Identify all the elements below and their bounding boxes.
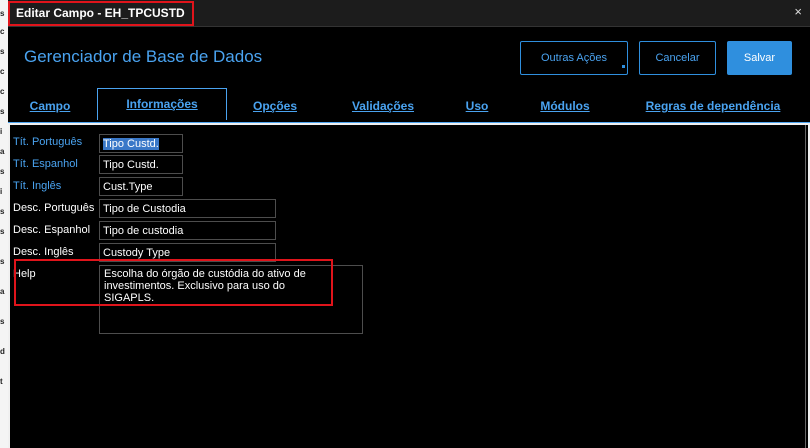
desc-espanhol-label: Desc. Espanhol (13, 224, 91, 236)
strip-glyph: t (0, 377, 3, 386)
desc-portugues-field[interactable]: Tipo de Custodia (99, 199, 276, 218)
strip-glyph: i (0, 187, 3, 196)
strip-glyph: c (0, 27, 5, 36)
tit-portugues-label: Tít. Português (13, 136, 83, 148)
tit-ingles-label: Tít. Inglês (13, 180, 62, 192)
close-icon[interactable]: × (794, 4, 802, 19)
dialog-titlebar: Editar Campo - EH_TPCUSTD × (8, 0, 810, 27)
strip-glyph: s (0, 317, 5, 326)
informacoes-panel: Tít. Português Tipo Custd. Tít. Espanhol… (8, 123, 810, 448)
tab-campo[interactable]: Campo (20, 86, 80, 122)
strip-glyph: s (0, 107, 5, 116)
tit-espanhol-label: Tít. Espanhol (13, 158, 78, 170)
tit-ingles-field[interactable]: Cust.Type (99, 177, 183, 196)
other-actions-label: Outras Ações (540, 52, 608, 64)
strip-glyph: s (0, 47, 5, 56)
dialog-title: Editar Campo - EH_TPCUSTD (16, 6, 185, 20)
tab-bar: Campo Informações Opções Validações Uso … (8, 86, 810, 122)
desc-espanhol-field[interactable]: Tipo de custodia (99, 221, 276, 240)
strip-glyph: s (0, 167, 5, 176)
save-label: Salvar (743, 52, 776, 64)
help-textarea[interactable]: Escolha do órgão de custódia do ativo de… (99, 265, 363, 334)
strip-glyph: a (0, 287, 5, 296)
cancel-label: Cancelar (655, 52, 700, 64)
edit-field-dialog: Editar Campo - EH_TPCUSTD × Gerenciador … (8, 0, 810, 448)
strip-glyph: d (0, 347, 5, 356)
app-title: Gerenciador de Base de Dados (24, 47, 263, 66)
other-actions-button[interactable]: Outras Ações (520, 41, 628, 75)
strip-glyph: c (0, 67, 5, 76)
help-line: investimentos. Exclusivo para uso do (104, 280, 285, 292)
tit-portugues-field[interactable]: Tipo Custd. (99, 134, 183, 153)
tab-modulos[interactable]: Módulos (530, 86, 600, 122)
panel-scrollbar[interactable] (805, 125, 806, 448)
strip-glyph: i (0, 127, 3, 136)
tab-opcoes[interactable]: Opções (246, 86, 304, 122)
strip-glyph: a (0, 147, 5, 156)
help-line: SIGAPLS. (104, 292, 155, 304)
background-window-strip: s c s c c s i a s i s s s a s d t (0, 0, 8, 448)
strip-glyph: s (0, 257, 5, 266)
desc-portugues-label: Desc. Português (13, 202, 95, 214)
dropdown-indicator-icon (622, 65, 625, 68)
tab-informacoes[interactable]: Informações (97, 88, 227, 120)
strip-glyph: s (0, 227, 5, 236)
tab-uso[interactable]: Uso (460, 86, 494, 122)
desc-ingles-label: Desc. Inglês (13, 246, 74, 258)
tab-regras-de-dependencia[interactable]: Regras de dependência (636, 86, 790, 122)
save-button[interactable]: Salvar (727, 41, 792, 75)
tab-validacoes[interactable]: Validações (343, 86, 423, 122)
tit-portugues-value: Tipo Custd. (103, 138, 159, 150)
tit-espanhol-field[interactable]: Tipo Custd. (99, 155, 183, 174)
cancel-button[interactable]: Cancelar (639, 41, 716, 75)
help-line: Escolha do órgão de custódia do ativo de (104, 268, 306, 280)
strip-glyph: s (0, 9, 5, 18)
strip-glyph: c (0, 87, 5, 96)
help-label: Help (13, 268, 36, 280)
desc-ingles-field[interactable]: Custody Type (99, 243, 276, 262)
strip-glyph: s (0, 207, 5, 216)
